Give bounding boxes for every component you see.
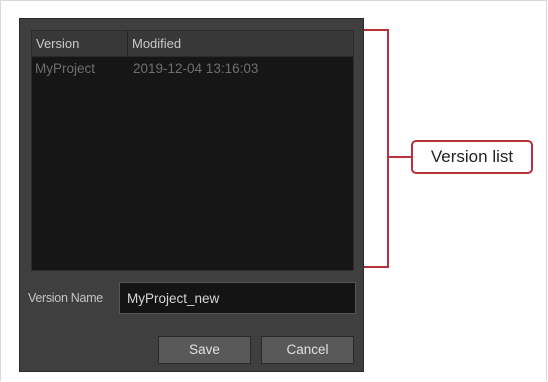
- version-name-input[interactable]: [119, 282, 356, 314]
- column-header-modified[interactable]: Modified: [128, 31, 353, 56]
- row-modified-cell: 2019-12-04 13:16:03: [133, 61, 259, 76]
- cancel-button[interactable]: Cancel: [261, 336, 354, 364]
- callout-connector-line: [389, 156, 412, 158]
- version-name-label: Version Name: [28, 291, 103, 305]
- version-list[interactable]: Version Modified MyProject 2019-12-04 13…: [31, 30, 354, 271]
- save-button[interactable]: Save: [158, 336, 251, 364]
- version-list-header: Version Modified: [32, 31, 353, 57]
- column-header-version[interactable]: Version: [32, 31, 128, 56]
- version-list-row[interactable]: MyProject 2019-12-04 13:16:03: [32, 57, 353, 79]
- row-version-cell: MyProject: [35, 61, 96, 76]
- save-version-dialog: Version Modified MyProject 2019-12-04 13…: [19, 18, 364, 372]
- callout-bracket: [364, 29, 389, 268]
- version-list-callout: Version list: [411, 140, 533, 174]
